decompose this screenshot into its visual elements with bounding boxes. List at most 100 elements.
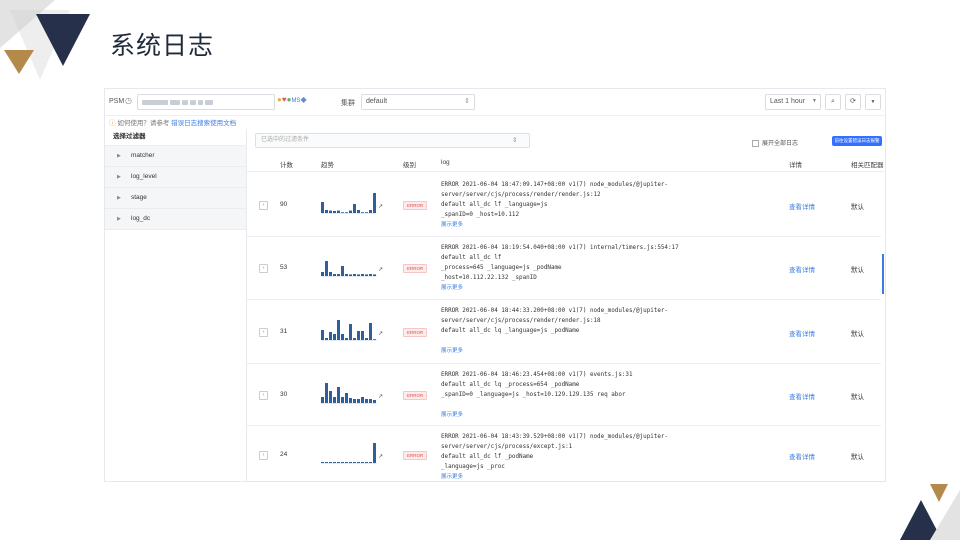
usage-doc-link[interactable]: 错误日志搜索使用文档: [171, 120, 236, 127]
col-detail: 详情: [789, 162, 802, 169]
scrollbar[interactable]: [882, 254, 884, 294]
show-more-link[interactable]: 展示更多: [441, 220, 781, 230]
table-row: › 31 ↗ ERROR ERROR 2021-06-04 18:44:33.200+0…: [247, 300, 881, 364]
sparkline-bar: [373, 339, 376, 340]
sparkline-bar: [361, 212, 364, 213]
sidebar-item-stage[interactable]: ▶ stage: [105, 188, 246, 209]
sparkline-bar: [349, 324, 352, 340]
sparkline-bar: [365, 399, 368, 403]
sparkline-bar: [365, 274, 368, 276]
expand-row-button[interactable]: ›: [259, 264, 268, 273]
table-row: › 53 ↗ ERROR ERROR 2021-06-04 18:19:54.040+0…: [247, 237, 881, 300]
refresh-icon: ⟳: [850, 98, 856, 105]
trend-sparkline: ↗: [321, 383, 383, 404]
sidebar-item-label: matcher: [131, 152, 155, 159]
refresh-button[interactable]: ⟳: [845, 94, 861, 110]
col-log: log: [441, 159, 450, 166]
sidebar-item-matcher[interactable]: ▶ matcher: [105, 146, 246, 167]
expand-row-button[interactable]: ›: [259, 391, 268, 400]
status-emoji-icons: ●♥●MS◆: [277, 95, 307, 104]
trend-sparkline: ↗: [321, 261, 383, 277]
sparkline-bar: [333, 462, 336, 463]
sparkline-bar: [361, 331, 364, 340]
sparkline-bar: [325, 338, 328, 340]
show-more-link[interactable]: 展示更多: [441, 472, 781, 481]
checkbox-icon: [752, 139, 759, 147]
sparkline-bar: [353, 462, 356, 463]
time-range-select[interactable]: Last 1 hour ▼: [765, 94, 821, 110]
view-detail-link[interactable]: 查看详情: [789, 264, 815, 274]
corner-decoration-top-left: [0, 0, 90, 80]
log-message: ERROR 2021-06-04 18:44:33.200+08:00 v1(7…: [441, 306, 781, 356]
psm-input[interactable]: [137, 94, 275, 110]
sidebar-item-log-level[interactable]: ▶ log_level: [105, 167, 246, 188]
open-external-icon[interactable]: ↗: [378, 204, 383, 210]
table-row: › 30 ↗ ERROR ERROR 2021-06-04 18:46:23.454+0…: [247, 364, 881, 426]
cluster-select[interactable]: default ⇕: [361, 94, 475, 110]
matcher-value: 默认: [851, 454, 864, 461]
alert-settings-button[interactable]: 前往设置错误日志报警 >>: [832, 136, 882, 153]
open-external-icon[interactable]: ↗: [378, 454, 383, 460]
sparkline-bar: [349, 398, 352, 403]
show-more-link[interactable]: 展示更多: [441, 346, 781, 356]
expand-all-checkbox[interactable]: 展开全部日志: [752, 138, 798, 147]
expand-row-button[interactable]: ›: [259, 451, 268, 460]
sparkline-bar: [321, 397, 324, 403]
log-line: _process=645 _language=js _podName: [441, 265, 562, 271]
row-count: 24: [280, 451, 288, 458]
trend-sparkline: ↗: [321, 443, 383, 464]
log-line: default all_dc lf _podName: [441, 454, 534, 460]
matcher-value: 默认: [851, 267, 864, 274]
sparkline-bar: [329, 332, 332, 340]
matcher-value: 默认: [851, 394, 864, 401]
sidebar-item-label: log_level: [131, 173, 157, 180]
corner-decoration-bottom-right: [900, 484, 960, 540]
col-trend: 趋势: [321, 162, 334, 169]
show-more-link[interactable]: 展示更多: [441, 283, 781, 293]
selected-filters-input[interactable]: 已选中的过滤条件: [255, 133, 530, 148]
open-external-icon[interactable]: ↗: [378, 331, 383, 337]
time-range-value: Last 1 hour: [770, 98, 806, 105]
matcher-value: 默认: [851, 331, 864, 338]
sparkline-bar: [321, 462, 324, 463]
log-line: server/server/cjs/process/render/render.…: [441, 192, 601, 198]
chevron-down-icon: ▼: [870, 99, 876, 105]
sidebar-item-log-dc[interactable]: ▶ log_dc: [105, 209, 246, 230]
chevron-updown-icon: ⇕: [512, 137, 518, 144]
open-external-icon[interactable]: ↗: [378, 267, 383, 273]
level-badge: ERROR: [403, 264, 428, 273]
view-detail-link[interactable]: 查看详情: [789, 451, 815, 461]
cluster-label: 集群: [341, 100, 355, 107]
sparkline-bar: [353, 338, 356, 340]
col-count[interactable]: 计数: [280, 159, 293, 169]
sparkline-bar: [337, 274, 340, 276]
log-line: _spanID=0 _host=10.112: [441, 212, 520, 218]
sparkline-bar: [345, 274, 348, 276]
sparkline-bar: [357, 274, 360, 276]
sparkline-bar: [329, 462, 332, 463]
log-line: default all_dc lq _language=js _podName: [441, 328, 580, 334]
view-detail-link[interactable]: 查看详情: [789, 201, 815, 211]
sparkline-bar: [333, 211, 336, 213]
level-badge: ERROR: [403, 328, 428, 337]
more-button[interactable]: ▼: [865, 94, 881, 110]
log-message: ERROR 2021-06-04 18:46:23.454+08:00 v1(7…: [441, 370, 781, 420]
sparkline-bar: [325, 383, 328, 403]
view-detail-link[interactable]: 查看详情: [789, 328, 815, 338]
sparkline-bar: [341, 397, 344, 403]
filter-sidebar: 选择过滤器 ▶ matcher ▶ log_level ▶ stage ▶ log_dc: [105, 129, 247, 481]
search-button[interactable]: ⌕: [825, 94, 841, 110]
sparkline-bar: [321, 202, 324, 213]
table-header: 计数 趋势 级别 log 详情 相关匹配器: [247, 153, 885, 172]
expand-row-button[interactable]: ›: [259, 328, 268, 337]
show-more-link[interactable]: 展示更多: [441, 410, 781, 420]
sidebar-item-label: stage: [131, 194, 147, 201]
view-detail-link[interactable]: 查看详情: [789, 391, 815, 401]
caret-right-icon: ▶: [117, 216, 121, 222]
sparkline-bar: [341, 266, 344, 276]
open-external-icon[interactable]: ↗: [378, 394, 383, 400]
sparkline-bar: [361, 397, 364, 403]
expand-row-button[interactable]: ›: [259, 201, 268, 210]
info-icon: ⓘ: [109, 120, 116, 127]
